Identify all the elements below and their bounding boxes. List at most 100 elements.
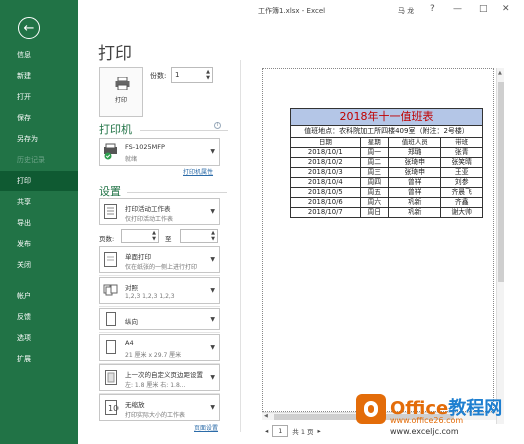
chevron-down-icon: ▼: [210, 287, 215, 294]
table-cell: 谢大帅: [440, 207, 483, 218]
scaling-desc: 打印实际大小的工作表: [125, 412, 186, 419]
divider: [99, 275, 220, 276]
office-logo-icon: [356, 394, 386, 424]
table-header-cell: 星期: [359, 137, 389, 148]
table-cell: 齐晨飞: [440, 187, 483, 198]
margins-select[interactable]: 上一次的自定义页边距设置 左: 1.8 厘米 右: 1.8... ▼: [99, 364, 220, 391]
collate-value: 对照: [125, 284, 138, 292]
printer-status: 就绪: [125, 156, 138, 163]
page-setup-link[interactable]: 页面设置: [194, 423, 218, 432]
print-scope-desc: 仅打印活动工作表: [125, 216, 174, 223]
copies-label: 份数:: [150, 72, 167, 80]
table-header-row: 日期 星期 值班人员 带班: [290, 137, 483, 148]
table-row: 2018/10/4 周四 曾祥 刘参: [290, 177, 483, 188]
table-cell: 曾祥: [387, 177, 442, 188]
print-button-label: 打印: [114, 97, 127, 104]
backstage-sidebar: ← 信息 新建 打开 保存 另存为 历史记录 打印 共享 导出 发布 关闭 帐户 反馈 选项 扩展: [0, 0, 78, 444]
info-icon[interactable]: i: [214, 122, 221, 129]
table-row: 2018/10/2 周二 张琦申 张笑晴: [290, 157, 483, 168]
scaling-icon: 100: [105, 400, 119, 415]
table-row: 2018/10/6 周六 巩新 齐鑫: [290, 197, 483, 208]
scaling-select[interactable]: 100 无缩放 打印实际大小的工作表 ▼: [99, 394, 220, 421]
table-cell: 2018/10/5: [290, 187, 361, 198]
table-cell: 2018/10/6: [290, 197, 361, 208]
chevron-down-icon: ▼: [210, 148, 215, 155]
portrait-icon: [106, 312, 116, 326]
print-scope-select[interactable]: 打印活动工作表 仅打印活动工作表 ▼: [99, 198, 220, 225]
scroll-left-icon[interactable]: ◀: [264, 413, 268, 419]
margins-icon: [105, 370, 117, 385]
panel-divider: [240, 60, 241, 432]
table-cell: 张琦申: [387, 167, 442, 178]
vertical-scrollbar[interactable]: ▲: [496, 68, 504, 424]
margins-desc: 左: 1.8 厘米 右: 1.8...: [125, 382, 186, 389]
sidebar-item[interactable]: 导出: [0, 213, 78, 233]
table-cell: 王亚: [440, 167, 483, 178]
sidebar-item[interactable]: 扩展: [0, 349, 78, 369]
table-row: 2018/10/3 周三 张琦申 王亚: [290, 167, 483, 178]
minimize-button[interactable]: —: [453, 4, 462, 14]
watermark-url: www.office26.com: [390, 416, 464, 425]
to-label: 至: [165, 235, 172, 243]
page-total: 共 1 页: [292, 428, 314, 436]
sidebar-item[interactable]: 共享: [0, 192, 78, 212]
table-cell: 2018/10/4: [290, 177, 361, 188]
table-cell: 张笑晴: [440, 157, 483, 168]
page-from-stepper[interactable]: ▲ ▼: [121, 229, 159, 243]
sidebar-item[interactable]: 关闭: [0, 255, 78, 275]
table-cell: 郑璐: [387, 147, 442, 158]
sidebar-item[interactable]: 打开: [0, 87, 78, 107]
printer-select[interactable]: FS-1025MFP 就绪 ▼: [99, 138, 220, 166]
back-arrow-icon[interactable]: ←: [18, 17, 40, 39]
sidebar-item[interactable]: 发布: [0, 234, 78, 254]
collate-select[interactable]: 对照 1,2,3 1,2,3 1,2,3 ▼: [99, 277, 220, 304]
window-title: 工作簿1.xlsx - Excel: [258, 7, 326, 15]
divider: [140, 130, 228, 131]
sides-select[interactable]: 单面打印 仅在纸张的一侧上进行打印 ▼: [99, 246, 220, 273]
chevron-down-icon: ▼: [210, 256, 215, 263]
table-cell: 周三: [359, 167, 389, 178]
pages-label: 页数:: [99, 235, 115, 243]
help-icon[interactable]: ?: [430, 4, 435, 14]
printer-properties-link[interactable]: 打印机属性: [183, 167, 213, 176]
table-cell: 周二: [359, 157, 389, 168]
table-cell: 周六: [359, 197, 389, 208]
table-header-cell: 值班人员: [387, 137, 442, 148]
next-page-icon[interactable]: ▸: [318, 427, 321, 435]
sheet-title: 2018年十一值班表: [290, 108, 483, 126]
print-button[interactable]: 打印: [99, 67, 143, 117]
watermark-url-2: www.exceljc.com: [390, 427, 459, 436]
close-button[interactable]: ✕: [502, 4, 510, 14]
table-row: 2018/10/5 周五 曾祥 齐晨飞: [290, 187, 483, 198]
table-row: 2018/10/1 周一 郑璐 张青: [290, 147, 483, 158]
sidebar-item[interactable]: 新建: [0, 66, 78, 86]
current-page-input[interactable]: 1: [272, 425, 289, 437]
sidebar-item[interactable]: 选项: [0, 328, 78, 348]
sidebar-item[interactable]: 反馈: [0, 307, 78, 327]
site-watermark: Office教程网 www.office26.com www.exceljc.c…: [350, 392, 520, 442]
scrollbar-thumb[interactable]: [498, 82, 504, 282]
sidebar-item[interactable]: 另存为: [0, 129, 78, 149]
copies-stepper[interactable]: 1 ▲ ▼: [171, 67, 213, 83]
spin-down-icon[interactable]: ▼: [206, 76, 210, 81]
paper-size-select[interactable]: A4 21 厘米 x 29.7 厘米 ▼: [99, 334, 220, 361]
printer-icon: [115, 77, 130, 90]
chevron-down-icon: ▼: [210, 344, 215, 351]
settings-section-title: 设置: [99, 185, 121, 198]
user-name[interactable]: 马 龙: [398, 6, 414, 16]
sidebar-item[interactable]: 帐户: [0, 286, 78, 306]
prev-page-icon[interactable]: ◂: [265, 427, 268, 435]
sidebar-item[interactable]: 保存: [0, 108, 78, 128]
table-cell: 2018/10/3: [290, 167, 361, 178]
sidebar-item[interactable]: 打印: [0, 171, 78, 191]
table-cell: 2018/10/2: [290, 157, 361, 168]
scroll-up-icon[interactable]: ▲: [498, 70, 502, 76]
sidebar-item[interactable]: 信息: [0, 45, 78, 65]
spin-down-icon[interactable]: ▼: [211, 237, 215, 242]
divider: [127, 192, 227, 193]
spin-down-icon[interactable]: ▼: [152, 237, 156, 242]
orientation-select[interactable]: 纵向 ▼: [99, 308, 220, 330]
restore-button[interactable]: □: [479, 4, 488, 14]
collate-desc: 1,2,3 1,2,3 1,2,3: [125, 293, 175, 300]
page-to-stepper[interactable]: ▲ ▼: [180, 229, 218, 243]
